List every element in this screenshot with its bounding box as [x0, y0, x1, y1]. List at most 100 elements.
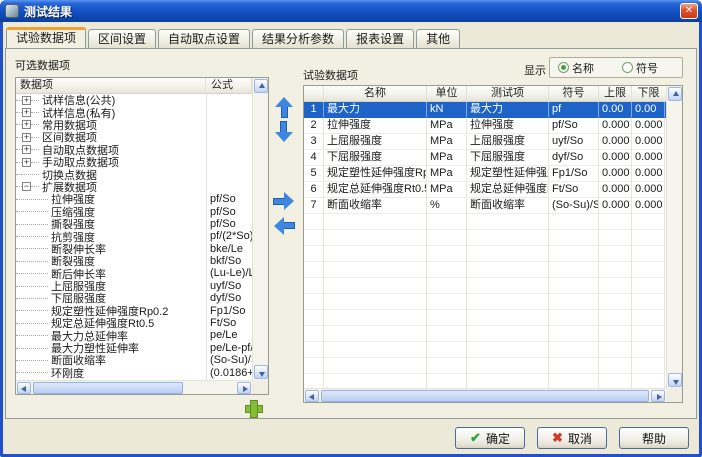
- table-horizontal-scrollbar[interactable]: [304, 388, 666, 402]
- cell-unit: [427, 342, 467, 358]
- cell-upper-limit: [599, 214, 632, 230]
- cell-lower-limit: [632, 214, 665, 230]
- table-row[interactable]: 2拉伸强度MPa拉伸强度pf/So0.0000.000: [304, 118, 666, 134]
- radio-symbol-label: 符号: [636, 60, 658, 76]
- tree-connector: [31, 112, 39, 113]
- tree-vertical-scrollbar[interactable]: [252, 78, 268, 380]
- move-down-icon[interactable]: [274, 120, 294, 144]
- cell-row-number: [304, 278, 324, 294]
- table-empty-row[interactable]: [304, 214, 666, 230]
- tree-connector: [16, 248, 48, 249]
- tree-connector: [31, 162, 39, 163]
- available-items-tree: 数据项 公式 +试样信息(公共)+试样信息(私有)+常用数据项+区间数据项+自动…: [15, 77, 269, 395]
- expand-icon[interactable]: +: [22, 96, 31, 105]
- tab-report-settings[interactable]: 报表设置: [346, 29, 414, 48]
- tab-result-analysis-params[interactable]: 结果分析参数: [252, 29, 344, 48]
- table-empty-row[interactable]: [304, 246, 666, 262]
- table-empty-row[interactable]: [304, 342, 666, 358]
- table-row[interactable]: 1最大力kN最大力pf0.000.00: [304, 102, 666, 118]
- cell-row-number: [304, 358, 324, 374]
- tree-hscroll-thumb[interactable]: [33, 382, 183, 394]
- table-hscroll-thumb[interactable]: [321, 390, 649, 402]
- collapse-icon[interactable]: −: [22, 182, 31, 191]
- scrollbar-corner: [666, 388, 682, 402]
- cell-name: 最大力: [324, 102, 427, 118]
- expand-icon[interactable]: +: [22, 133, 31, 142]
- cell-lower-limit: 0.000: [632, 198, 665, 214]
- scroll-left-icon[interactable]: [305, 390, 319, 402]
- cell-test-item: [467, 310, 549, 326]
- tab-interval-settings[interactable]: 区间设置: [88, 29, 156, 48]
- radio-name[interactable]: 名称: [558, 60, 594, 76]
- tree-connector: [16, 323, 48, 324]
- scroll-down-icon[interactable]: [254, 365, 268, 379]
- cell-test-item: [467, 246, 549, 262]
- tab-other[interactable]: 其他: [416, 29, 460, 48]
- expand-icon[interactable]: +: [22, 108, 31, 117]
- expand-icon[interactable]: +: [22, 120, 31, 129]
- radio-symbol[interactable]: 符号: [622, 60, 658, 76]
- table-row[interactable]: 7断面收缩率%断面收缩率(So-Su)/So0.0000.000: [304, 198, 666, 214]
- cell-name: [324, 326, 427, 342]
- add-icon[interactable]: [244, 399, 262, 417]
- table-empty-row[interactable]: [304, 230, 666, 246]
- cell-unit: [427, 310, 467, 326]
- expand-icon[interactable]: +: [22, 145, 31, 154]
- scroll-up-icon[interactable]: [254, 79, 268, 93]
- cell-symbol: [549, 374, 599, 388]
- cell-test-item: 最大力: [467, 102, 549, 118]
- close-icon[interactable]: ✕: [680, 3, 698, 19]
- move-right-icon[interactable]: [272, 191, 296, 211]
- cell-lower-limit: [632, 326, 665, 342]
- available-items-label: 可选数据项: [15, 57, 70, 73]
- table-row[interactable]: 3上屈服强度MPa上屈服强度uyf/So0.0000.000: [304, 134, 666, 150]
- table-empty-row[interactable]: [304, 262, 666, 278]
- table-row[interactable]: 5规定塑性延伸强度Rp0.2MPa规定塑性延伸强度Rp0.2Fp1/So0.00…: [304, 166, 666, 182]
- tree-item-formula: bkf/So: [210, 255, 252, 267]
- cell-name: [324, 310, 427, 326]
- table-empty-row[interactable]: [304, 294, 666, 310]
- table-empty-row[interactable]: [304, 310, 666, 326]
- titlebar: 测试结果 ✕: [0, 0, 702, 22]
- cell-unit: [427, 262, 467, 278]
- scroll-left-icon[interactable]: [17, 382, 31, 394]
- table-empty-row[interactable]: [304, 358, 666, 374]
- cell-upper-limit: [599, 342, 632, 358]
- table-row[interactable]: 6规定总延伸强度Rt0.5MPa规定总延伸强度Rt0.5Ft/So0.0000.…: [304, 182, 666, 198]
- help-button-label: 帮助: [642, 430, 666, 447]
- scroll-right-icon[interactable]: [651, 390, 665, 402]
- cell-upper-limit: [599, 278, 632, 294]
- arrow-head: [284, 192, 294, 210]
- header-symbol: 符号: [549, 86, 599, 101]
- cell-upper-limit: 0.00: [599, 102, 632, 118]
- cell-unit: MPa: [427, 166, 467, 182]
- expand-icon[interactable]: +: [22, 158, 31, 167]
- move-left-icon[interactable]: [272, 216, 296, 236]
- cell-upper-limit: [599, 358, 632, 374]
- cell-unit: %: [427, 198, 467, 214]
- tree-connector: [16, 273, 48, 274]
- tab-auto-point-settings[interactable]: 自动取点设置: [158, 29, 250, 48]
- scroll-right-icon[interactable]: [237, 382, 251, 394]
- cell-name: [324, 294, 427, 310]
- scroll-down-icon[interactable]: [668, 373, 682, 387]
- tab-test-data-items[interactable]: 试验数据项: [6, 27, 86, 48]
- cell-test-item: [467, 342, 549, 358]
- cell-name: [324, 230, 427, 246]
- cell-name: 规定总延伸强度Rt0.5: [324, 182, 427, 198]
- tree-horizontal-scrollbar[interactable]: [16, 380, 252, 394]
- table-empty-row[interactable]: [304, 374, 666, 388]
- cell-lower-limit: [632, 310, 665, 326]
- cell-row-number: [304, 262, 324, 278]
- table-row[interactable]: 4下屈服强度MPa下屈服强度dyf/So0.0000.000: [304, 150, 666, 166]
- table-empty-row[interactable]: [304, 326, 666, 342]
- ok-button[interactable]: ✔ 确定: [455, 427, 525, 449]
- tree-item[interactable]: 环刚度(0.0186+C: [16, 367, 252, 379]
- table-vertical-scrollbar[interactable]: [666, 86, 682, 388]
- move-up-icon[interactable]: [274, 95, 294, 119]
- table-empty-row[interactable]: [304, 278, 666, 294]
- cell-name: [324, 278, 427, 294]
- help-button[interactable]: 帮助: [619, 427, 689, 449]
- scroll-up-icon[interactable]: [668, 87, 682, 101]
- cancel-button[interactable]: ✖ 取消: [537, 427, 607, 449]
